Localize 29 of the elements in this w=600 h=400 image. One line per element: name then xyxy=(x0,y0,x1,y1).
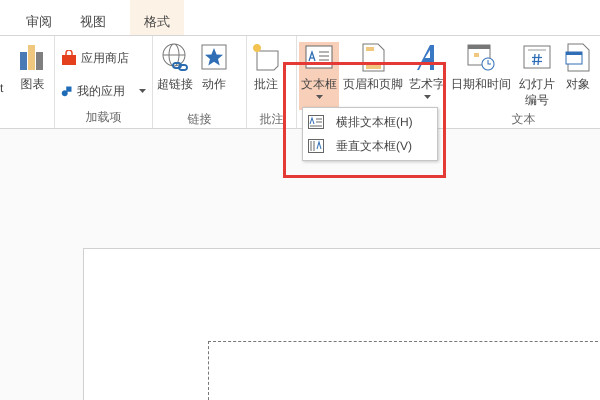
menu-item[interactable]: 横排文本框(H) xyxy=(303,110,437,134)
ribbon-button[interactable]: 对象 xyxy=(561,42,595,110)
group-label: 批注 xyxy=(260,111,284,128)
globe-link-icon xyxy=(160,42,190,72)
calendar-clock-icon xyxy=(466,42,496,72)
comment-icon xyxy=(251,42,281,72)
ribbon-button[interactable]: 超链接 xyxy=(155,42,195,110)
caret-icon xyxy=(316,95,322,99)
group-label: 链接 xyxy=(188,111,212,128)
group-label: 文本 xyxy=(512,111,536,128)
ribbon-button[interactable]: 动作 xyxy=(197,42,231,110)
ribbon-button[interactable]: 图表 xyxy=(15,42,50,110)
ribbon-button[interactable]: 幻灯片编号 xyxy=(515,42,559,110)
caret-icon xyxy=(424,95,430,99)
caret-icon xyxy=(139,89,146,93)
ribbon-button[interactable]: 文本框 xyxy=(299,42,339,110)
ribbon-tab[interactable]: 视图 xyxy=(76,0,110,35)
ribbon-tab[interactable]: 审阅 xyxy=(22,0,56,35)
group-label: 加载项 xyxy=(86,109,122,126)
button-label: t xyxy=(0,80,4,97)
ribbon-button[interactable]: 日期和时间 xyxy=(449,42,513,110)
menu-item[interactable]: 垂直文本框(V) xyxy=(303,134,437,158)
ribbon-tab[interactable]: 格式 xyxy=(130,0,184,35)
vertical-text-icon xyxy=(308,139,324,153)
shopping-bag-icon xyxy=(61,50,77,66)
ribbon-button[interactable]: 批注 xyxy=(249,42,283,110)
ribbon-small-button[interactable]: 应用商店 xyxy=(57,46,150,70)
ribbon-small-button[interactable]: 我的应用 xyxy=(57,79,150,103)
horizontal-text-icon xyxy=(308,115,324,129)
